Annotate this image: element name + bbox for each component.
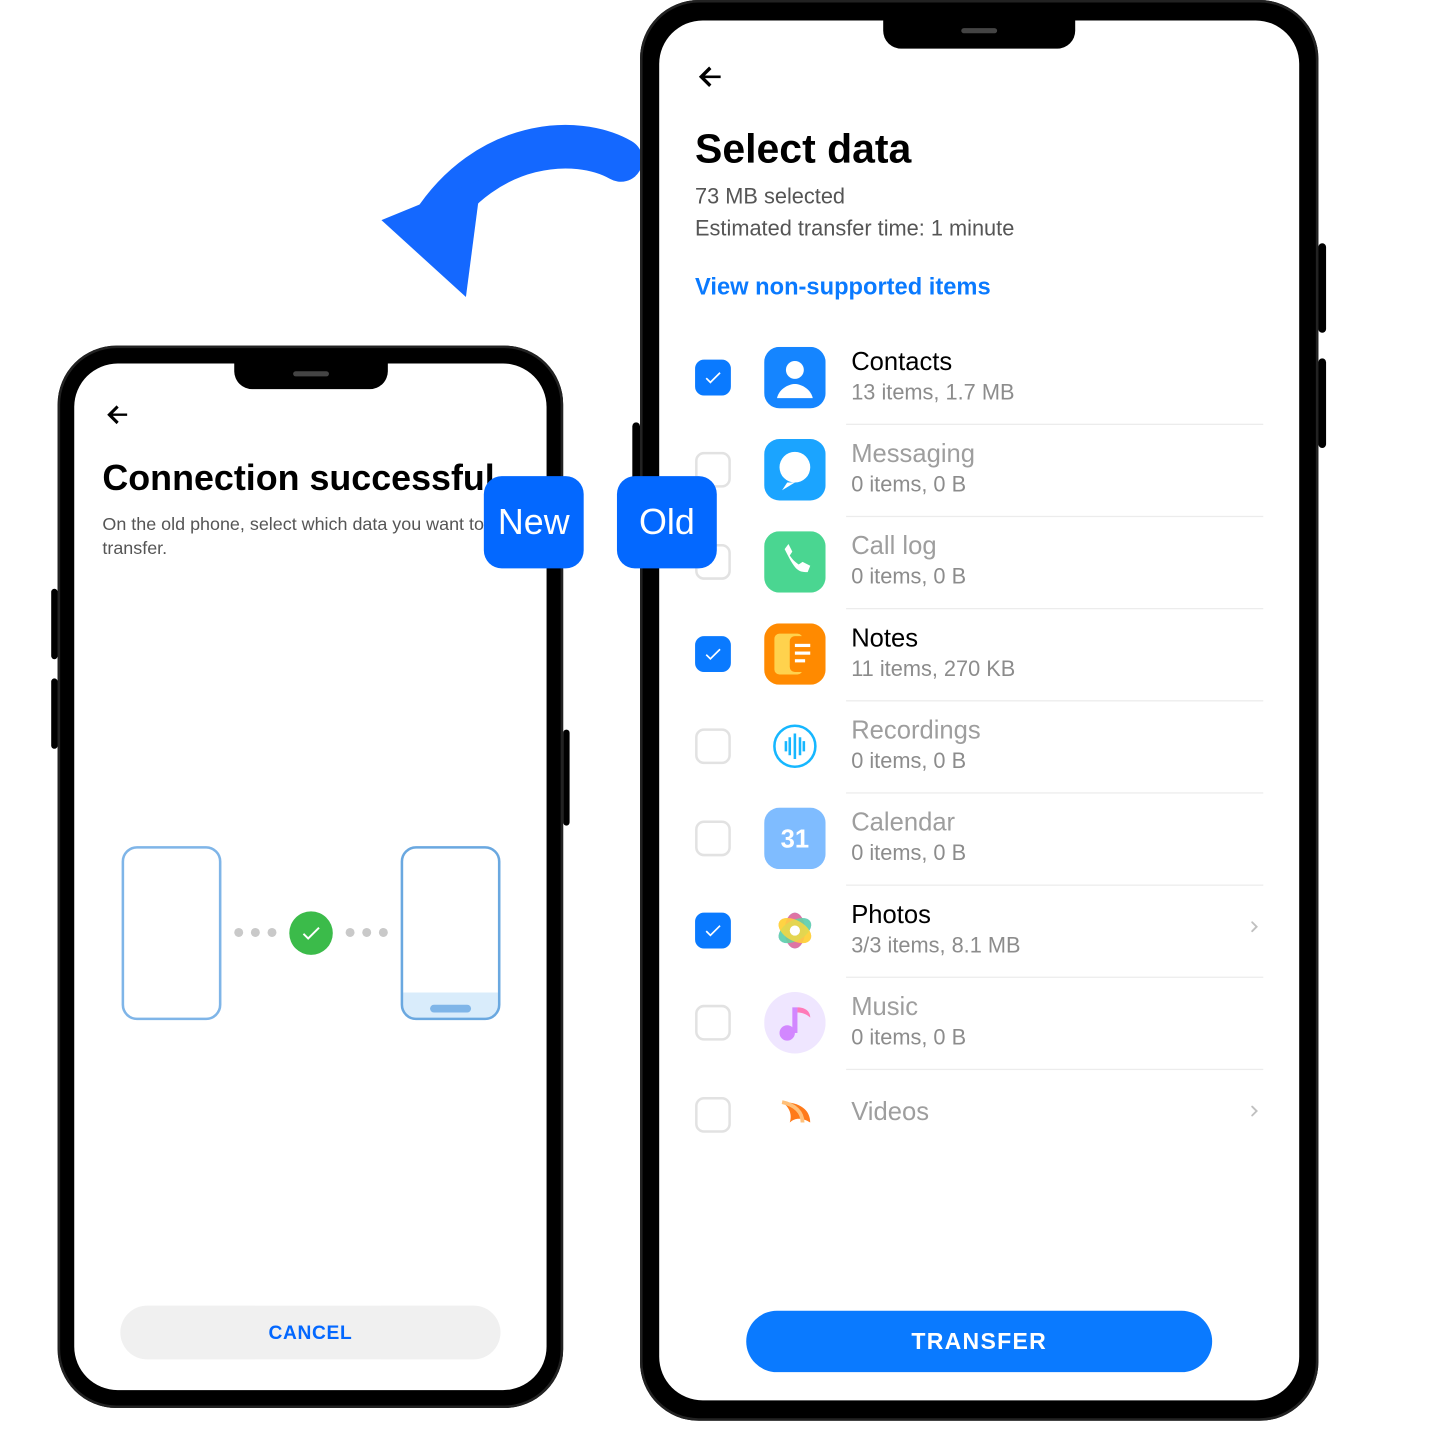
checkbox-recordings[interactable] (695, 728, 731, 764)
chevron-right-icon (1245, 1097, 1263, 1132)
recordings-icon (764, 715, 825, 776)
checkbox-notes[interactable] (695, 636, 731, 672)
row-subtitle: 0 items, 0 B (851, 1026, 1263, 1052)
row-title: Messaging (851, 441, 1263, 470)
checkbox-photos[interactable] (695, 912, 731, 948)
row-subtitle: 0 items, 0 B (851, 565, 1263, 591)
svg-text:31: 31 (781, 825, 809, 853)
data-row-photos[interactable]: Photos 3/3 items, 8.1 MB (695, 884, 1263, 976)
mini-phone-left-icon (121, 846, 221, 1020)
data-row-music[interactable]: Music 0 items, 0 B (695, 976, 1263, 1068)
checkbox-music[interactable] (695, 1005, 731, 1041)
row-title: Videos (851, 1099, 1235, 1128)
row-title: Recordings (851, 717, 1263, 746)
row-title: Contacts (851, 349, 1263, 378)
row-subtitle: 0 items, 0 B (851, 473, 1263, 499)
new-badge: New (484, 476, 584, 568)
row-subtitle: 11 items, 270 KB (851, 657, 1263, 683)
arrow-left-icon (695, 61, 726, 92)
volume-down (1318, 358, 1326, 448)
data-row-call[interactable]: Call log 0 items, 0 B (695, 516, 1263, 608)
row-subtitle: 3/3 items, 8.1 MB (851, 934, 1235, 960)
volume-down (51, 678, 57, 748)
row-title: Photos (851, 902, 1235, 931)
videos-icon (764, 1084, 825, 1145)
volume-up (51, 589, 57, 659)
data-row-recordings[interactable]: Recordings 0 items, 0 B (695, 700, 1263, 792)
row-title: Calendar (851, 809, 1263, 838)
mini-phone-right-icon (400, 846, 500, 1020)
transfer-eta: Estimated transfer time: 1 minute (695, 215, 1263, 244)
cancel-button[interactable]: CANCEL (120, 1306, 500, 1360)
old-phone-frame: Select data 73 MB selected Estimated tra… (640, 0, 1318, 1421)
view-unsupported-link[interactable]: View non-supported items (695, 272, 1263, 300)
transfer-button[interactable]: TRANSFER (746, 1311, 1212, 1372)
pairing-graphic (102, 560, 518, 1305)
data-row-calendar[interactable]: 31 Calendar 0 items, 0 B (695, 792, 1263, 884)
back-button[interactable] (102, 399, 133, 430)
page-title: Select data (695, 125, 1263, 172)
photos-icon (764, 900, 825, 961)
selected-size: 73 MB selected (695, 183, 1263, 212)
power-button (563, 730, 569, 826)
data-row-contacts[interactable]: Contacts 13 items, 1.7 MB (695, 331, 1263, 423)
chevron-right-icon (1245, 913, 1263, 948)
data-row-messaging[interactable]: Messaging 0 items, 0 B (695, 424, 1263, 516)
messaging-icon (764, 439, 825, 500)
row-title: Notes (851, 625, 1263, 654)
volume-up (1318, 243, 1326, 333)
calendar-icon: 31 (764, 808, 825, 869)
row-title: Music (851, 994, 1263, 1023)
call-icon (764, 531, 825, 592)
checkbox-calendar[interactable] (695, 820, 731, 856)
page-title: Connection successful (102, 458, 518, 499)
checkbox-videos[interactable] (695, 1097, 731, 1133)
old-badge: Old (617, 476, 717, 568)
data-row-notes[interactable]: Notes 11 items, 270 KB (695, 608, 1263, 700)
row-subtitle: 13 items, 1.7 MB (851, 381, 1263, 407)
row-subtitle: 0 items, 0 B (851, 749, 1263, 775)
page-subtitle: On the old phone, select which data you … (102, 512, 499, 560)
music-icon (764, 992, 825, 1053)
notes-icon (764, 623, 825, 684)
checkbox-contacts[interactable] (695, 360, 731, 396)
row-subtitle: 0 items, 0 B (851, 841, 1263, 867)
back-button[interactable] (695, 61, 726, 92)
data-row-videos[interactable]: Videos (695, 1069, 1263, 1161)
success-check-icon (289, 911, 333, 955)
arrow-left-icon (104, 401, 132, 429)
row-title: Call log (851, 533, 1263, 562)
contacts-icon (764, 347, 825, 408)
